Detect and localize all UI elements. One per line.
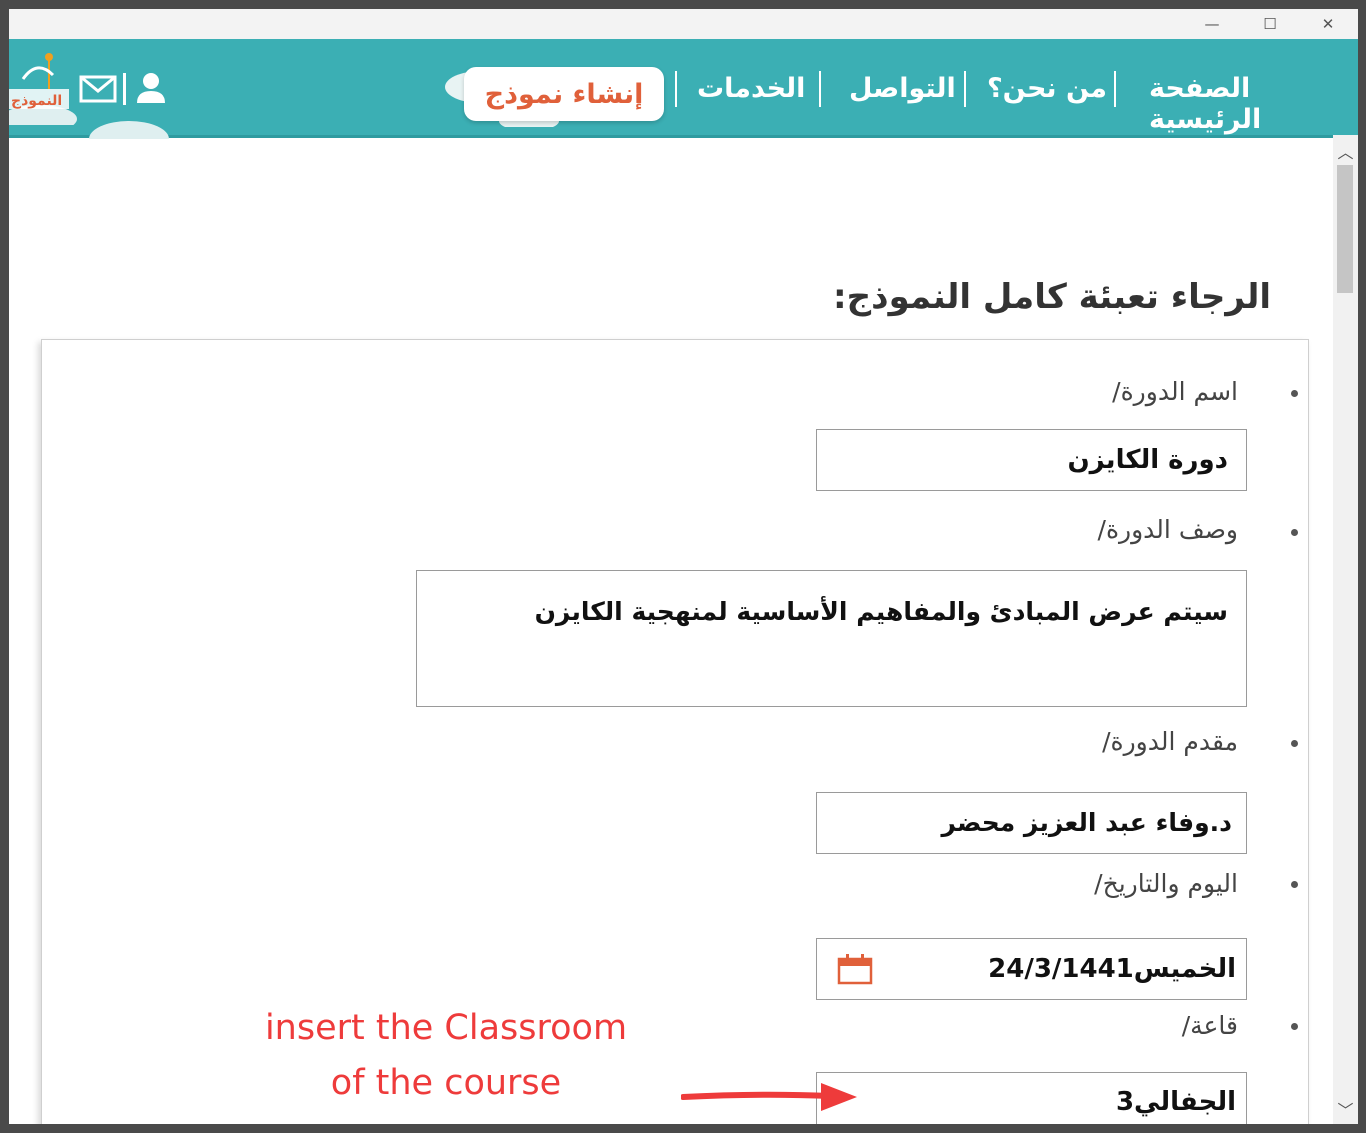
nav-separator: [675, 71, 677, 107]
scroll-up-icon[interactable]: ︿: [1333, 139, 1358, 163]
bullet-icon: [1291, 740, 1298, 747]
icon-divider: [123, 73, 126, 105]
logo[interactable]: النموذج: [9, 49, 77, 125]
nav-services[interactable]: الخدمات: [697, 73, 805, 104]
annotation-text: insert the Classroom of the course: [246, 1001, 646, 1111]
bullet-icon: [1291, 390, 1298, 397]
bullet-icon: [1291, 881, 1298, 888]
window-titlebar: — ☐ ✕: [9, 9, 1358, 39]
form-heading: الرجاء تعبئة كامل النموذج:: [833, 277, 1271, 317]
scrollbar-thumb[interactable]: [1337, 165, 1353, 293]
bullet-icon: [1291, 1023, 1298, 1030]
classroom-input[interactable]: الجفالي3: [816, 1072, 1247, 1124]
classroom-label: قاعة/: [1181, 1011, 1238, 1040]
course-name-label: اسم الدورة/: [1112, 377, 1238, 406]
top-navbar: النموذج إنشاء نموذج الصفحة الرئيسية من ن…: [9, 39, 1358, 157]
course-name-input[interactable]: دورة الكايزن: [816, 429, 1247, 491]
course-description-label: وصف الدورة/: [1097, 515, 1238, 544]
app-window: — ☐ ✕ النموذج إنشاء نموذج الصفحة الرئيسي…: [9, 9, 1358, 1124]
maximize-icon: ☐: [1263, 15, 1277, 33]
day-date-input[interactable]: الخميس24/3/1441: [816, 938, 1247, 1000]
bullet-icon: [1291, 529, 1298, 536]
annotation-line-2: of the course: [330, 1063, 562, 1103]
mail-icon[interactable]: [79, 75, 117, 103]
create-form-label: إنشاء نموذج: [484, 78, 644, 110]
nav-separator: [1114, 71, 1116, 107]
day-date-label: اليوم والتاريخ/: [1094, 869, 1238, 898]
nav-about[interactable]: من نحن؟: [987, 73, 1107, 104]
nav-separator: [819, 71, 821, 107]
close-button[interactable]: ✕: [1305, 9, 1351, 39]
create-form-button[interactable]: إنشاء نموذج: [464, 67, 664, 121]
minimize-icon: —: [1204, 15, 1220, 33]
course-presenter-label: مقدم الدورة/: [1102, 727, 1238, 756]
cloud-decoration: [89, 121, 169, 157]
header-icons: [69, 69, 189, 157]
course-presenter-input[interactable]: د.وفاء عبد العزيز محضر: [816, 792, 1247, 854]
day-date-value: الخميس24/3/1441: [988, 954, 1236, 984]
nav-home[interactable]: الصفحة الرئيسية: [1149, 73, 1358, 135]
calendar-icon[interactable]: [836, 951, 874, 987]
nav-separator: [964, 71, 966, 107]
minimize-button[interactable]: —: [1189, 9, 1235, 39]
scroll-down-icon[interactable]: ﹀: [1333, 1097, 1358, 1121]
nav-contact[interactable]: التواصل: [849, 73, 956, 104]
header-icons-svg: [79, 73, 169, 157]
logo-text: النموذج: [11, 93, 62, 109]
annotation-line-1: insert the Classroom: [264, 1008, 628, 1048]
annotation-arrow-icon: [681, 1083, 857, 1111]
course-description-textarea[interactable]: سيتم عرض المبادئ والمفاهيم الأساسية لمنه…: [416, 570, 1247, 707]
vertical-scrollbar[interactable]: ︿ ﹀: [1333, 135, 1358, 1124]
maximize-button[interactable]: ☐: [1247, 9, 1293, 39]
user-icon[interactable]: [137, 73, 165, 103]
close-icon: ✕: [1321, 15, 1335, 33]
